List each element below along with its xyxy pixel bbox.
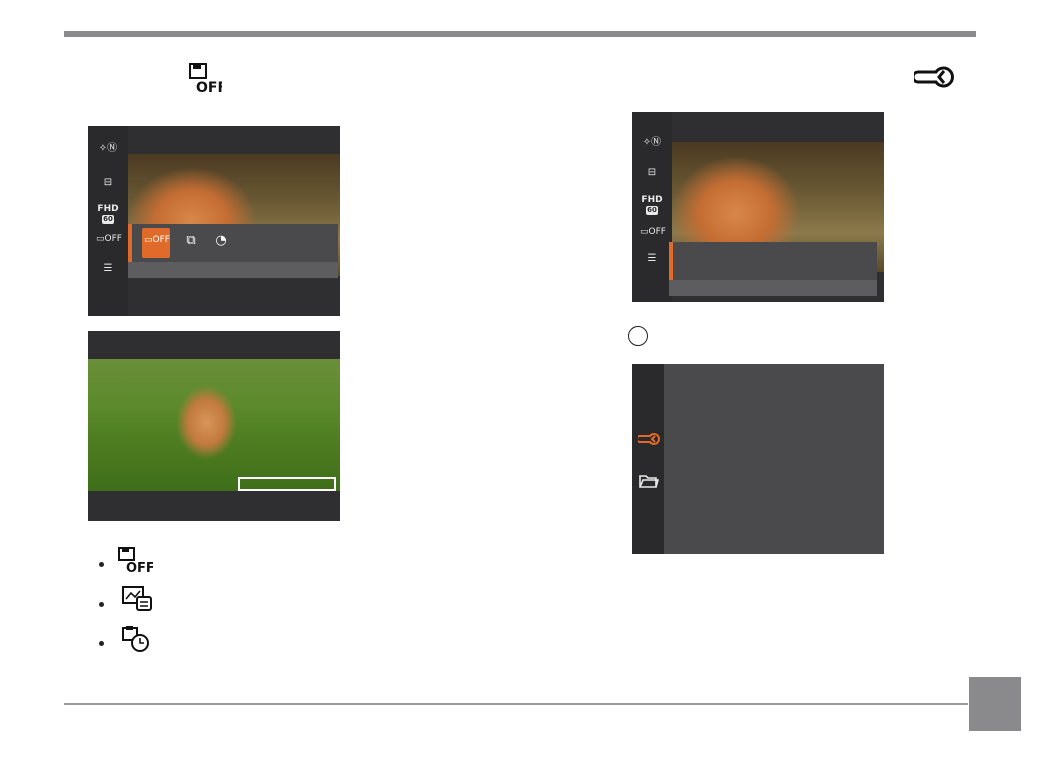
header-rule: [64, 31, 976, 37]
page-number-box: [969, 677, 1021, 731]
date-stamp-off-icon[interactable]: ▭OFF: [96, 235, 122, 244]
fhd-icon[interactable]: FHD 60: [96, 205, 120, 224]
exposure-icon[interactable]: ⊟: [98, 178, 118, 188]
camera-screen-date-stamp: ✧Ⓝ ⊟ FHD 60 ▭OFF ☰ ▭OFF ⧉ ◔: [88, 126, 340, 316]
scene-n-icon[interactable]: ✧Ⓝ: [98, 144, 118, 154]
date-stamp-off-icon: OFF: [117, 546, 155, 576]
footer-rule: [64, 703, 968, 705]
list-bullet: [99, 562, 104, 567]
exposure-icon[interactable]: ⊟: [642, 168, 662, 178]
date-time-stamp-icon: [120, 624, 154, 654]
dog-photo: [88, 359, 340, 491]
date-time-stamp-option-icon[interactable]: ◔: [210, 234, 232, 247]
svg-text:OFF: OFF: [126, 561, 153, 574]
step-marker: [628, 326, 648, 346]
camera-screen-preview: [88, 331, 340, 521]
list-bullet: [99, 641, 104, 646]
menu-caption-strip: [669, 280, 877, 296]
menu-selected-bar: [669, 242, 877, 280]
setup-panel: [664, 364, 884, 554]
menu-icon[interactable]: ☰: [642, 254, 662, 264]
fhd-icon[interactable]: FHD 60: [640, 196, 664, 215]
scene-n-icon[interactable]: ✧Ⓝ: [642, 138, 662, 148]
date-stamp-icon: [120, 585, 154, 613]
camera-screen-setup: [632, 364, 884, 554]
date-stamp-off-icon: OFF: [188, 62, 227, 96]
menu-selection-indicator: [669, 242, 673, 280]
submenu-selection-indicator: [128, 224, 132, 262]
date-stamp-box: [238, 477, 336, 491]
date-stamp-option-icon[interactable]: ⧉: [180, 234, 202, 247]
wrench-icon: [911, 64, 954, 90]
folder-icon[interactable]: [639, 474, 660, 488]
date-stamp-off-icon[interactable]: ▭OFF: [640, 228, 666, 237]
list-bullet: [99, 602, 104, 607]
date-off-option-icon: ▭OFF: [144, 235, 170, 245]
svg-text:OFF: OFF: [196, 80, 222, 94]
submenu-caption-strip: [128, 262, 338, 278]
wrench-icon[interactable]: [636, 432, 660, 446]
menu-icon[interactable]: ☰: [98, 264, 118, 274]
camera-screen-menu: ✧Ⓝ ⊟ FHD 60 ▭OFF ☰: [632, 112, 884, 302]
